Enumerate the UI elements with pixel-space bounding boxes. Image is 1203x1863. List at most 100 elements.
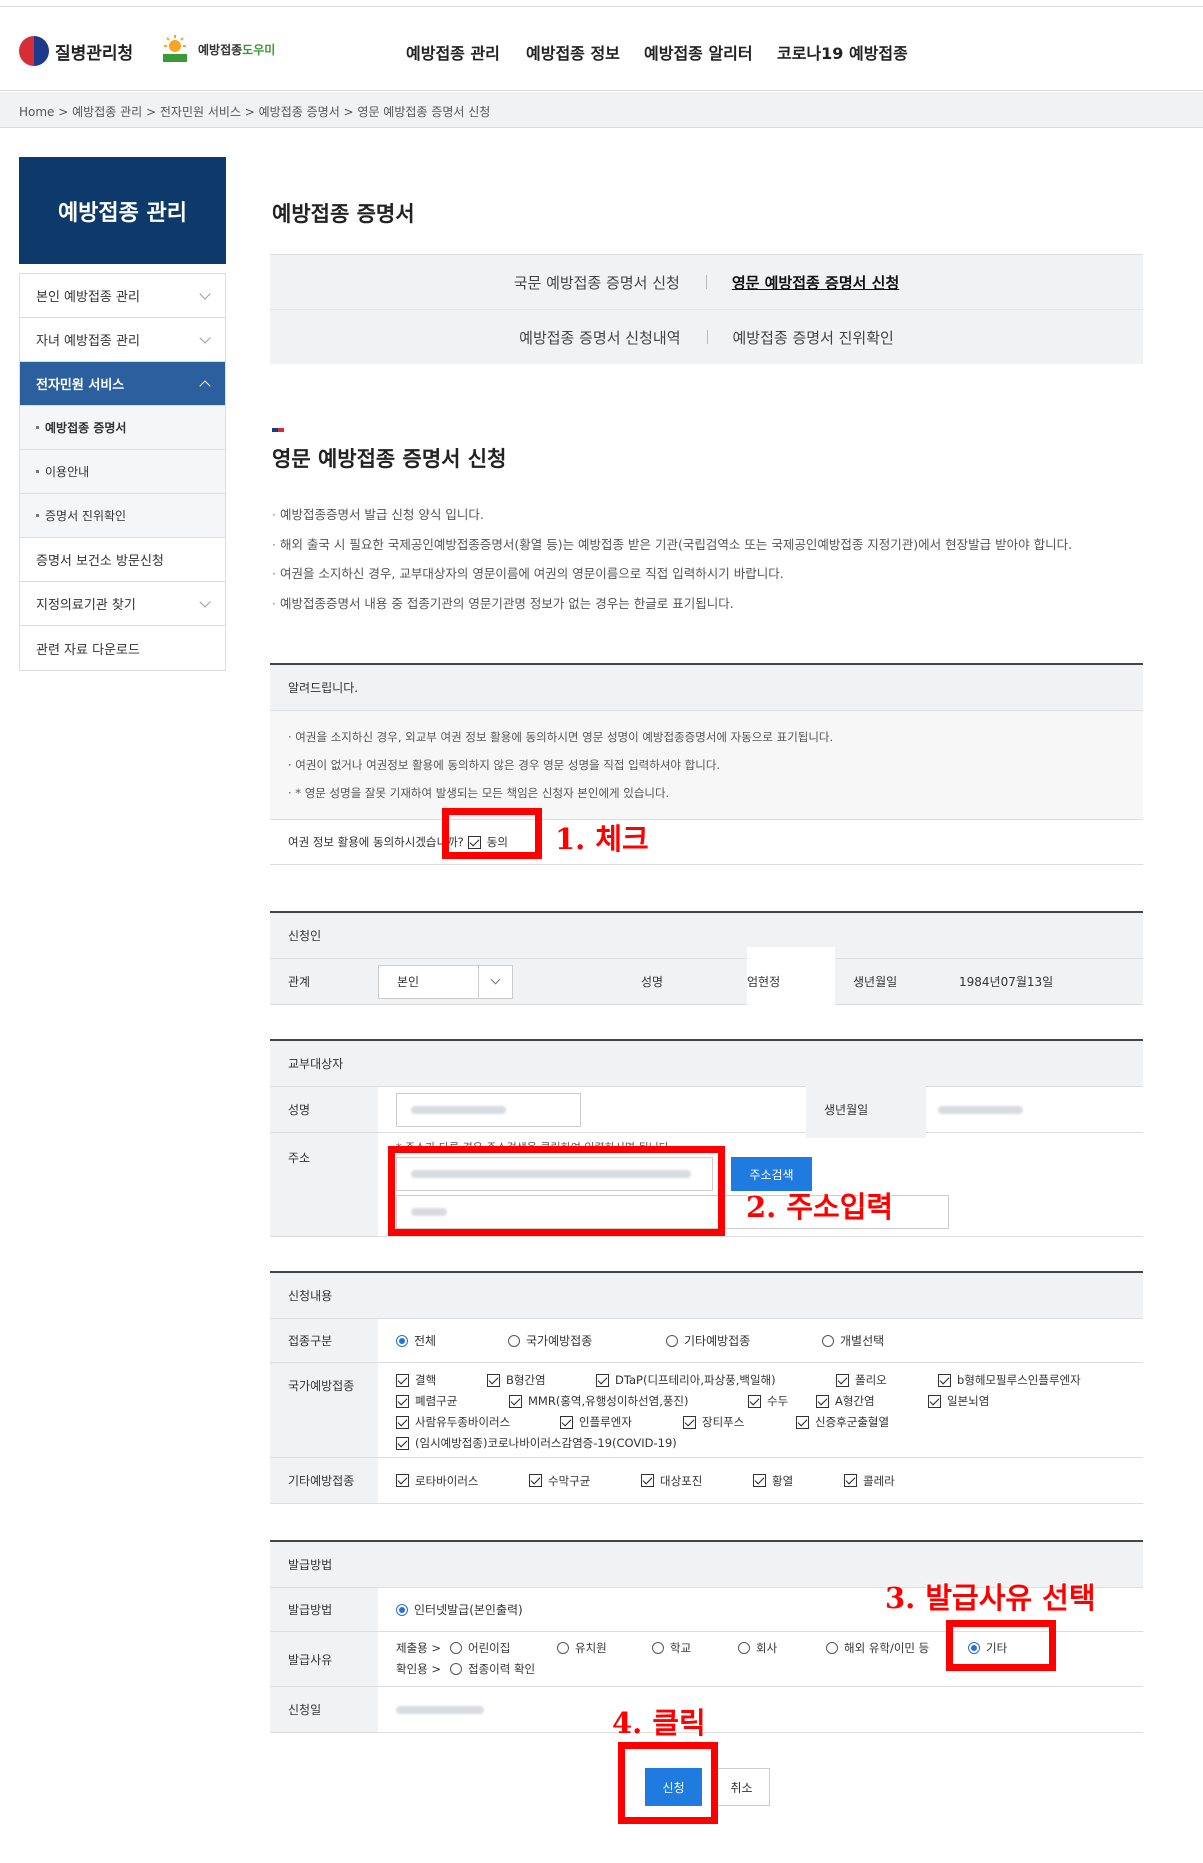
type-option-national[interactable]: 국가예방접종 [508,1332,638,1349]
recipient-name-row: 성명 생년월일 [270,1081,1143,1138]
type-option-all[interactable]: 전체 [396,1332,480,1349]
sidebar-item-downloads[interactable]: 관련 자료 다운로드 [20,626,225,670]
annotation-step4: 4. 클릭 [612,1706,706,1740]
notice-box: 알려드립니다. · 여권을 소지하신 경우, 외교부 여권 정보 활용에 동의하… [270,663,1143,865]
gnb-vaccination-info[interactable]: 예방접종 정보 [526,40,620,64]
kdca-logo-text: 질병관리청 [55,43,134,64]
vaccine-checkbox[interactable]: 수두 [748,1392,788,1411]
gnb-covid19-vaccination[interactable]: 코로나19 예방접종 [777,40,908,64]
vaccine-checkbox[interactable]: 콜레라 [844,1473,895,1489]
relation-label: 관계 [270,959,378,1004]
sidebar-item-my-vaccination[interactable]: 본인 예방접종 관리 [20,274,225,318]
tab-english-certificate[interactable]: 영문 예방접종 증명서 신청 [705,272,925,293]
sidebar-item-find-clinic[interactable]: 지정의료기관 찾기 [20,582,225,626]
gnb-vaccination-management[interactable]: 예방접종 관리 [406,40,500,64]
reason-kindergarten[interactable]: 유치원 [557,1638,607,1658]
relation-select[interactable]: 본인 [378,964,513,999]
vaccine-checkbox[interactable]: 수막구균 [529,1473,641,1489]
recipient-birth-label: 생년월일 [806,1081,926,1138]
vaccine-checkbox[interactable]: 사람유두종바이러스 [396,1413,510,1432]
reason-study-abroad[interactable]: 해외 유학/이민 등 [826,1638,929,1658]
guide-note: 예방접종증명서 발급 신청 양식 입니다. [272,500,1072,530]
type-option-individual[interactable]: 개별선택 [822,1332,884,1349]
radio-icon [666,1334,678,1347]
notice-line: · * 영문 성명을 잘못 기재하여 발생되는 모든 책임은 신청자 본인에게 … [288,786,670,800]
nip-sun-icon [163,35,187,62]
guide-note: 여권을 소지하신 경우, 교부대상자의 영문이름에 여권의 영문이름으로 직접 … [272,559,1072,589]
guide-notes: 예방접종증명서 발급 신청 양식 입니다. 해외 출국 시 필요한 국제공인예방… [272,500,1072,618]
national-vaccine-row: 국가예방접종 결핵 B형간염 DTaP(디프테리아,파상풍,백일해) 폴리오 b… [270,1363,1143,1458]
reason-company[interactable]: 회사 [738,1638,777,1658]
sidebar-item-child-vaccination[interactable]: 자녀 예방접종 관리 [20,318,225,362]
reason-school[interactable]: 학교 [652,1638,691,1658]
radio-icon [508,1334,520,1347]
vaccine-checkbox[interactable]: MMR(홍역,유행성이하선염,풍진) [509,1392,689,1411]
applicant-name-value: 엄현정 [747,947,835,1016]
sidebar-item-health-center-visit[interactable]: 증명서 보건소 방문신청 [20,538,225,582]
sidebar-sub-certificate[interactable]: 예방접종 증명서 [20,406,225,450]
applicant-name-label: 성명 [641,975,664,989]
vaccine-checkbox[interactable]: 폐렴구균 [396,1392,457,1411]
notice-body: · 여권을 소지하신 경우, 외교부 여권 정보 활용에 동의하시면 영문 성명… [270,711,1143,820]
sidebar-item-label: 지정의료기관 찾기 [36,598,136,613]
reason-history-check[interactable]: 접종이력 확인 [450,1659,535,1679]
guide-note: 해외 출국 시 필요한 국제공인예방접종증명서(황열 등)는 예방접종 받은 기… [272,530,1072,560]
cancel-button[interactable]: 취소 [713,1768,770,1806]
taegeuk-icon [19,36,49,66]
vaccine-type-row: 접종구분 전체 국가예방접종 기타예방접종 개별선택 [270,1319,1143,1363]
sidebar-item-label: 본인 예방접종 관리 [36,290,140,305]
vaccine-type-label: 접종구분 [270,1319,378,1362]
content-box: 신청내용 접종구분 전체 국가예방접종 기타예방접종 개별선택 국가예방접종 결… [270,1271,1143,1504]
tab-verify-certificate[interactable]: 예방접종 증명서 진위확인 [706,327,920,348]
guide-note: 예방접종증명서 내용 중 접종기관의 영문기관명 정보가 없는 경우는 한글로 … [272,589,1072,619]
issue-date-label: 신청일 [270,1687,378,1732]
vaccine-checkbox[interactable]: DTaP(디프테리아,파상풍,백일해) [596,1371,776,1390]
recipient-birth-masked [938,1105,1023,1114]
tab-korean-certificate[interactable]: 국문 예방접종 증명서 신청 [488,272,706,293]
sidebar-item-e-civil-service[interactable]: 전자민원 서비스 [20,362,225,406]
vaccine-checkbox[interactable]: 신증후군출혈열 [796,1413,889,1432]
tab-application-history[interactable]: 예방접종 증명서 신청내역 [493,327,706,348]
certificate-tabs: 국문 예방접종 증명서 신청 영문 예방접종 증명서 신청 예방접종 증명서 신… [270,254,1143,364]
radio-selected-icon [396,1603,408,1616]
consent-row: 여권 정보 활용에 동의하시겠습니까? 동의 [270,820,1143,865]
reason-daycare[interactable]: 어린이집 [450,1638,510,1658]
gnb-vaccination-alerter[interactable]: 예방접종 알리터 [644,40,753,64]
chevron-down-icon [199,287,211,300]
vaccine-checkbox[interactable]: 일본뇌염 [928,1392,989,1411]
vaccine-checkbox[interactable]: 로타바이러스 [396,1473,529,1489]
vaccine-checkbox[interactable]: 인플루엔자 [560,1413,632,1432]
national-vaccine-label: 국가예방접종 [270,1363,378,1457]
sidebar-sub-usage-guide[interactable]: 이용안내 [20,450,225,494]
annotation-box-consent [442,808,542,859]
section-title: 영문 예방접종 증명서 신청 [272,447,507,471]
bullet-icon [36,426,39,429]
sidebar-item-label: 관련 자료 다운로드 [36,642,140,658]
sidebar-sub-verify[interactable]: 증명서 진위확인 [20,494,225,538]
sidebar-menu: 본인 예방접종 관리 자녀 예방접종 관리 전자민원 서비스 예방접종 증명서 … [19,273,226,671]
recipient-name-input[interactable] [396,1092,581,1127]
vaccine-checkbox[interactable]: b형헤모필루스인플루엔자 [938,1371,1081,1390]
vaccine-checkbox[interactable]: (임시예방접종)코로나바이러스감염증-19(COVID-19) [396,1434,677,1453]
other-vaccine-row: 기타예방접종 로타바이러스 수막구균 대상포진 황열 콜레라 [270,1458,1143,1504]
vaccine-checkbox[interactable]: 황열 [753,1473,844,1489]
other-vaccine-label: 기타예방접종 [270,1458,378,1503]
issue-reason-label: 발급사유 [270,1632,378,1686]
national-vaccine-list: 결핵 B형간염 DTaP(디프테리아,파상풍,백일해) 폴리오 b형헤모필루스인… [378,1363,1143,1457]
chevron-up-icon [199,379,211,392]
vaccine-checkbox[interactable]: 결핵 [396,1371,436,1390]
kdca-logo[interactable]: 질병관리청 [19,36,133,66]
issue-method-internet[interactable]: 인터넷발급(본인출력) [396,1601,523,1618]
breadcrumb: Home > 예방접종 관리 > 전자민원 서비스 > 예방접종 증명서 > 영… [19,105,491,119]
radio-selected-icon [396,1334,408,1347]
vaccine-checkbox[interactable]: 장티푸스 [683,1413,744,1432]
vaccine-checkbox[interactable]: 대상포진 [641,1473,753,1489]
nip-helper-logo[interactable]: 예방접종도우미 [158,34,275,64]
sidebar-item-label: 증명서 보건소 방문신청 [36,554,164,569]
applicant-birth-value: 1984년07월13일 [959,975,1054,989]
vaccine-checkbox[interactable]: 폴리오 [836,1371,887,1390]
notice-line: · 여권을 소지하신 경우, 외교부 여권 정보 활용에 동의하시면 영문 성명… [288,730,834,744]
vaccine-checkbox[interactable]: A형간염 [816,1392,875,1411]
vaccine-checkbox[interactable]: B형간염 [487,1371,546,1390]
type-option-other[interactable]: 기타예방접종 [666,1332,794,1349]
